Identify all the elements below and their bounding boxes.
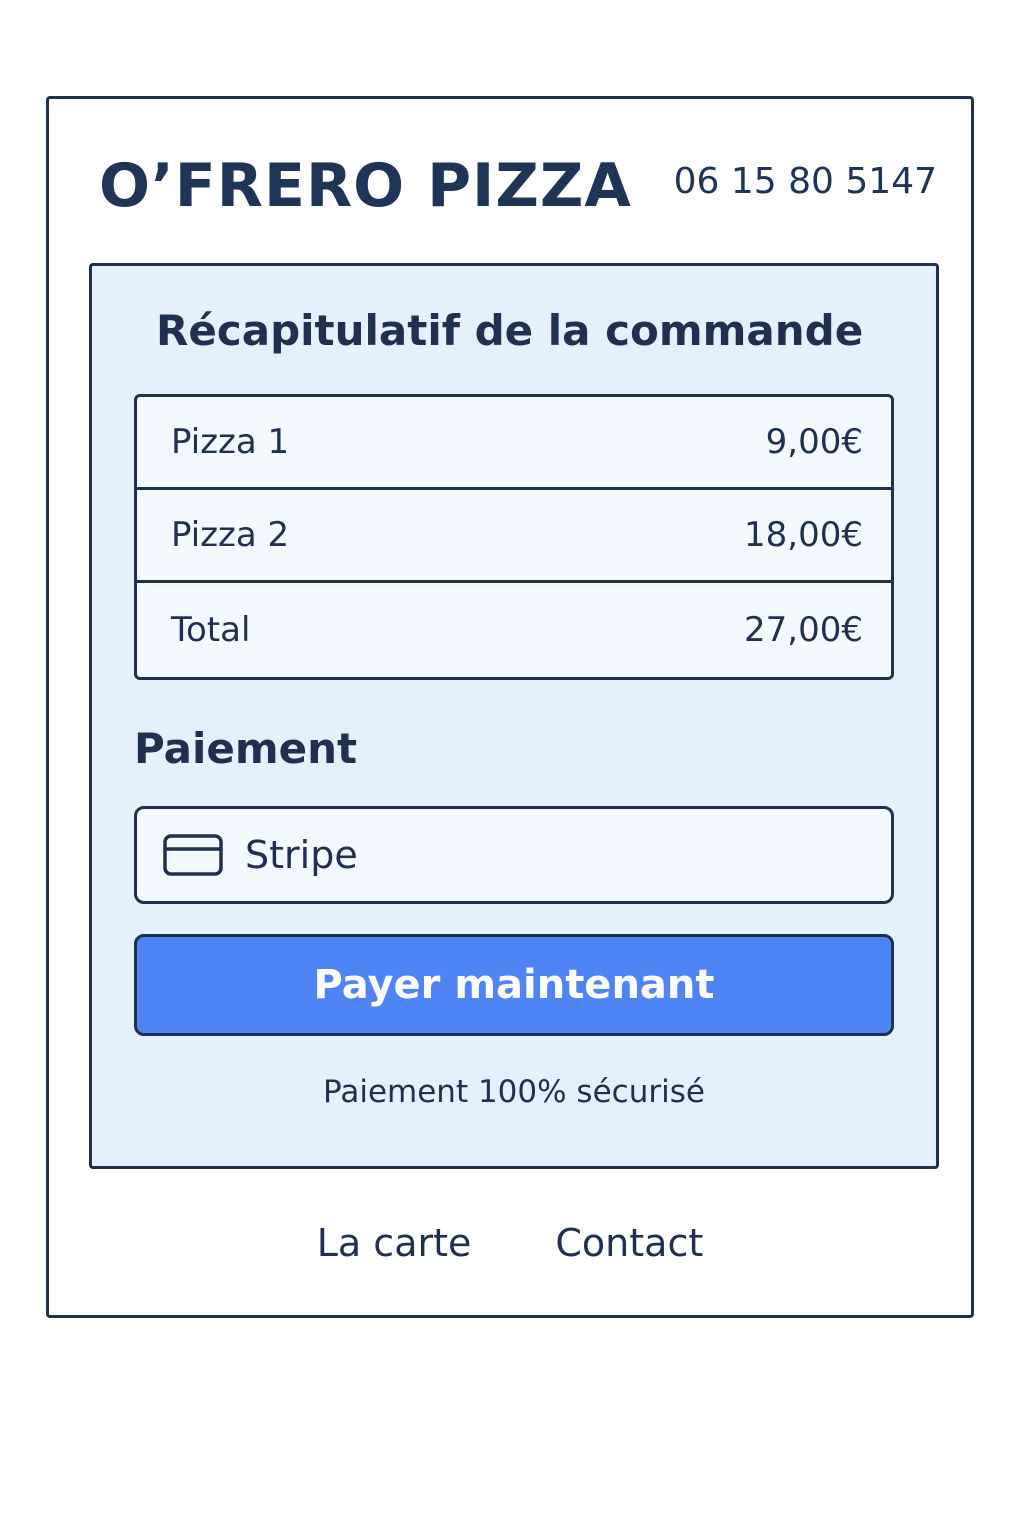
credit-card-icon <box>163 834 223 876</box>
pay-now-button[interactable]: Payer maintenant <box>134 934 894 1036</box>
order-row-pizza-1: Pizza 1 9,00€ <box>137 397 891 490</box>
order-row-pizza-2: Pizza 2 18,00€ <box>137 490 891 583</box>
secure-payment-note: Paiement 100% sécurisé <box>323 1074 705 1110</box>
payment-method-stripe[interactable]: Stripe <box>134 806 894 904</box>
order-summary-title: Récapitulatif de la commande <box>156 306 864 355</box>
payment-section-title: Paiement <box>134 724 358 773</box>
brand-logo[interactable]: O’FRERO PIZZA <box>99 151 632 221</box>
checkout-panel: Récapitulatif de la commande Pizza 1 9,0… <box>89 263 939 1169</box>
order-item-label: Pizza 2 <box>171 515 290 555</box>
order-total-price: 27,00€ <box>744 609 863 650</box>
footer-nav: La carte Contact <box>49 1221 971 1265</box>
phone-number[interactable]: 06 15 80 5147 <box>674 161 937 202</box>
order-item-price: 18,00€ <box>744 515 863 555</box>
page-frame: O’FRERO PIZZA 06 15 80 5147 Récapitulati… <box>46 96 974 1318</box>
footer-link-contact[interactable]: Contact <box>555 1221 703 1265</box>
payment-method-label: Stripe <box>245 833 358 877</box>
order-item-label: Pizza 1 <box>171 422 290 462</box>
footer-link-menu[interactable]: La carte <box>317 1221 472 1265</box>
order-row-total: Total 27,00€ <box>137 583 891 676</box>
order-summary-table: Pizza 1 9,00€ Pizza 2 18,00€ Total 27,00… <box>134 394 894 680</box>
order-item-price: 9,00€ <box>765 422 863 462</box>
order-total-label: Total <box>171 609 251 650</box>
